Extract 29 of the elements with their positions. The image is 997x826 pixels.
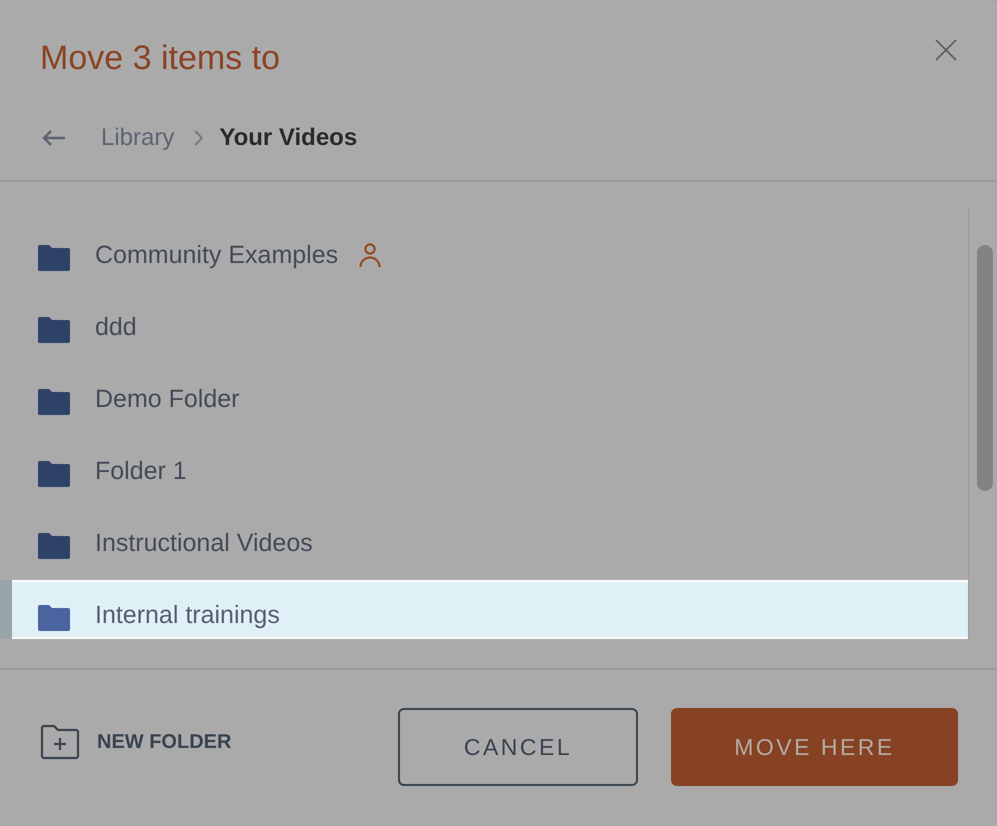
folder-row[interactable]: ddd [0, 292, 968, 351]
folder-row[interactable]: Demo Folder [0, 364, 968, 423]
close-icon[interactable] [935, 39, 957, 61]
dialog-title: Move 3 items to [40, 38, 280, 79]
folder-row[interactable]: Instructional Videos [0, 508, 968, 567]
cancel-button[interactable]: CANCEL [398, 708, 638, 786]
scrollbar-thumb[interactable] [977, 245, 993, 491]
move-here-button[interactable]: MOVE HERE [671, 708, 958, 786]
folder-name: Community Examples [95, 241, 338, 270]
folder-row[interactable]: Folder 1 [0, 436, 968, 495]
folder-row[interactable]: Community Examples [0, 220, 968, 279]
folder-name: Demo Folder [95, 385, 240, 414]
breadcrumb-link[interactable]: Library [101, 124, 174, 152]
folder-plus-icon [40, 724, 80, 760]
back-arrow-icon[interactable] [42, 130, 66, 146]
folder-icon [38, 244, 70, 270]
folder-name: Internal trainings [95, 601, 280, 630]
folder-icon [38, 460, 70, 486]
folder-icon [38, 532, 70, 558]
breadcrumb-current: Your Videos [219, 124, 358, 152]
folder-name: ddd [95, 313, 137, 342]
folder-name: Instructional Videos [95, 529, 313, 558]
folder-icon [38, 388, 70, 414]
folder-row[interactable]: Internal trainings [0, 580, 968, 639]
chevron-icon [193, 130, 204, 146]
new-folder-button[interactable]: NEW FOLDER [40, 724, 232, 760]
folder-icon [38, 604, 70, 630]
folder-name: Folder 1 [95, 457, 187, 486]
folder-icon [38, 316, 70, 342]
